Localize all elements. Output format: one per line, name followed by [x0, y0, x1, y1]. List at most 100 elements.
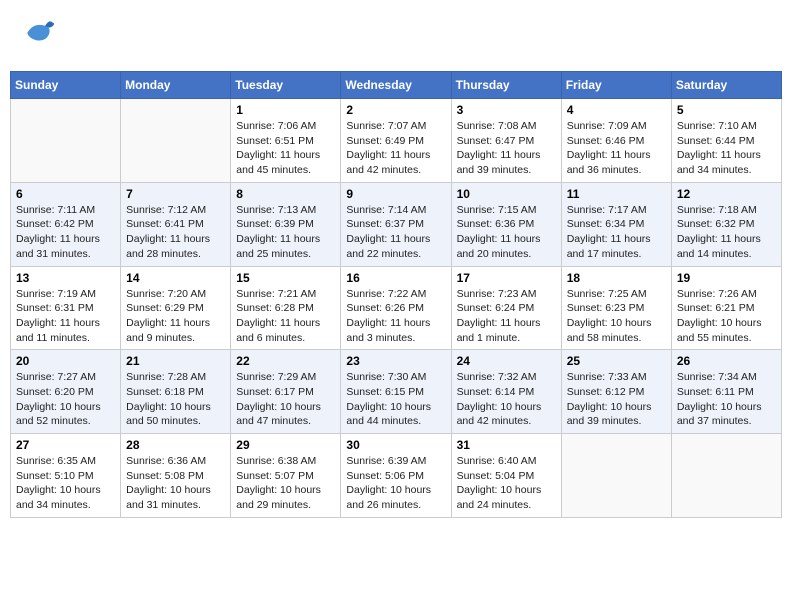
day-info: Sunrise: 7:20 AM Sunset: 6:29 PM Dayligh…	[126, 287, 225, 346]
day-info: Sunrise: 7:18 AM Sunset: 6:32 PM Dayligh…	[677, 203, 776, 262]
day-info: Sunrise: 7:34 AM Sunset: 6:11 PM Dayligh…	[677, 370, 776, 429]
calendar-cell: 28 Sunrise: 6:36 AM Sunset: 5:08 PM Dayli…	[121, 434, 231, 518]
day-number: 31	[457, 438, 556, 452]
calendar-cell: 20Sunrise: 7:27 AM Sunset: 6:20 PM Dayli…	[11, 350, 121, 434]
day-info: Sunrise: 7:10 AM Sunset: 6:44 PM Dayligh…	[677, 119, 776, 178]
day-number: 8	[236, 187, 335, 201]
calendar-cell: 17 Sunrise: 7:23 AM Sunset: 6:24 PM Dayli…	[451, 266, 561, 350]
calendar-cell: 29 Sunrise: 6:38 AM Sunset: 5:07 PM Dayli…	[231, 434, 341, 518]
calendar-cell	[11, 99, 121, 183]
calendar-cell: 6 Sunrise: 7:11 AM Sunset: 6:42 PM Daylig…	[11, 182, 121, 266]
calendar-cell	[121, 99, 231, 183]
day-info: Sunrise: 7:30 AM Sunset: 6:15 PM Dayligh…	[346, 370, 445, 429]
day-number: 7	[126, 187, 225, 201]
calendar-cell	[671, 434, 781, 518]
day-number: 22	[236, 354, 335, 368]
day-header-friday: Friday	[561, 72, 671, 99]
day-info: Sunrise: 7:25 AM Sunset: 6:23 PM Dayligh…	[567, 287, 666, 346]
day-info: Sunrise: 7:19 AM Sunset: 6:31 PM Dayligh…	[16, 287, 115, 346]
day-info: Sunrise: 6:38 AM Sunset: 5:07 PM Dayligh…	[236, 454, 335, 513]
calendar-cell: 4 Sunrise: 7:09 AM Sunset: 6:46 PM Daylig…	[561, 99, 671, 183]
calendar-week-2: 6 Sunrise: 7:11 AM Sunset: 6:42 PM Daylig…	[11, 182, 782, 266]
calendar-cell: 21 Sunrise: 7:28 AM Sunset: 6:18 PM Dayli…	[121, 350, 231, 434]
calendar-cell: 23 Sunrise: 7:30 AM Sunset: 6:15 PM Dayli…	[341, 350, 451, 434]
day-info: Sunrise: 7:27 AM Sunset: 6:20 PM Dayligh…	[16, 370, 115, 429]
day-info: Sunrise: 7:29 AM Sunset: 6:17 PM Dayligh…	[236, 370, 335, 429]
calendar-cell: 27Sunrise: 6:35 AM Sunset: 5:10 PM Dayli…	[11, 434, 121, 518]
calendar-cell: 19 Sunrise: 7:26 AM Sunset: 6:21 PM Dayli…	[671, 266, 781, 350]
logo	[20, 15, 59, 56]
day-number: 1	[236, 103, 335, 117]
day-info: Sunrise: 7:28 AM Sunset: 6:18 PM Dayligh…	[126, 370, 225, 429]
day-info: Sunrise: 7:12 AM Sunset: 6:41 PM Dayligh…	[126, 203, 225, 262]
calendar-cell: 3Sunrise: 7:08 AM Sunset: 6:47 PM Daylig…	[451, 99, 561, 183]
day-number: 15	[236, 271, 335, 285]
calendar-cell: 1Sunrise: 7:06 AM Sunset: 6:51 PM Daylig…	[231, 99, 341, 183]
day-info: Sunrise: 7:13 AM Sunset: 6:39 PM Dayligh…	[236, 203, 335, 262]
day-info: Sunrise: 7:17 AM Sunset: 6:34 PM Dayligh…	[567, 203, 666, 262]
day-number: 9	[346, 187, 445, 201]
calendar-cell: 7 Sunrise: 7:12 AM Sunset: 6:41 PM Daylig…	[121, 182, 231, 266]
calendar-cell: 26 Sunrise: 7:34 AM Sunset: 6:11 PM Dayli…	[671, 350, 781, 434]
calendar-cell	[561, 434, 671, 518]
day-info: Sunrise: 6:39 AM Sunset: 5:06 PM Dayligh…	[346, 454, 445, 513]
calendar-week-4: 20Sunrise: 7:27 AM Sunset: 6:20 PM Dayli…	[11, 350, 782, 434]
calendar-table: SundayMondayTuesdayWednesdayThursdayFrid…	[10, 71, 782, 518]
day-number: 27	[16, 438, 115, 452]
day-number: 28	[126, 438, 225, 452]
day-info: Sunrise: 7:11 AM Sunset: 6:42 PM Dayligh…	[16, 203, 115, 262]
calendar-header-row: SundayMondayTuesdayWednesdayThursdayFrid…	[11, 72, 782, 99]
day-number: 17	[457, 271, 556, 285]
day-info: Sunrise: 7:21 AM Sunset: 6:28 PM Dayligh…	[236, 287, 335, 346]
day-number: 10	[457, 187, 556, 201]
day-header-thursday: Thursday	[451, 72, 561, 99]
day-number: 14	[126, 271, 225, 285]
calendar-cell: 18 Sunrise: 7:25 AM Sunset: 6:23 PM Dayli…	[561, 266, 671, 350]
calendar-cell: 2 Sunrise: 7:07 AM Sunset: 6:49 PM Daylig…	[341, 99, 451, 183]
calendar-cell: 8 Sunrise: 7:13 AM Sunset: 6:39 PM Daylig…	[231, 182, 341, 266]
day-info: Sunrise: 6:36 AM Sunset: 5:08 PM Dayligh…	[126, 454, 225, 513]
day-info: Sunrise: 7:09 AM Sunset: 6:46 PM Dayligh…	[567, 119, 666, 178]
day-info: Sunrise: 6:40 AM Sunset: 5:04 PM Dayligh…	[457, 454, 556, 513]
day-number: 6	[16, 187, 115, 201]
day-number: 18	[567, 271, 666, 285]
calendar-week-5: 27Sunrise: 6:35 AM Sunset: 5:10 PM Dayli…	[11, 434, 782, 518]
calendar-week-3: 13 Sunrise: 7:19 AM Sunset: 6:31 PM Dayli…	[11, 266, 782, 350]
calendar-cell: 22 Sunrise: 7:29 AM Sunset: 6:17 PM Dayli…	[231, 350, 341, 434]
day-info: Sunrise: 7:14 AM Sunset: 6:37 PM Dayligh…	[346, 203, 445, 262]
calendar-cell: 25 Sunrise: 7:33 AM Sunset: 6:12 PM Dayli…	[561, 350, 671, 434]
day-number: 25	[567, 354, 666, 368]
day-info: Sunrise: 7:33 AM Sunset: 6:12 PM Dayligh…	[567, 370, 666, 429]
day-number: 23	[346, 354, 445, 368]
calendar-cell: 11Sunrise: 7:17 AM Sunset: 6:34 PM Dayli…	[561, 182, 671, 266]
day-info: Sunrise: 7:23 AM Sunset: 6:24 PM Dayligh…	[457, 287, 556, 346]
calendar-cell: 12Sunrise: 7:18 AM Sunset: 6:32 PM Dayli…	[671, 182, 781, 266]
day-number: 4	[567, 103, 666, 117]
day-header-saturday: Saturday	[671, 72, 781, 99]
day-number: 21	[126, 354, 225, 368]
calendar-cell: 9 Sunrise: 7:14 AM Sunset: 6:37 PM Daylig…	[341, 182, 451, 266]
page-header	[10, 10, 782, 61]
day-number: 30	[346, 438, 445, 452]
day-header-sunday: Sunday	[11, 72, 121, 99]
calendar-cell: 16Sunrise: 7:22 AM Sunset: 6:26 PM Dayli…	[341, 266, 451, 350]
day-info: Sunrise: 7:08 AM Sunset: 6:47 PM Dayligh…	[457, 119, 556, 178]
day-number: 13	[16, 271, 115, 285]
day-number: 29	[236, 438, 335, 452]
day-header-monday: Monday	[121, 72, 231, 99]
calendar-cell: 13 Sunrise: 7:19 AM Sunset: 6:31 PM Dayli…	[11, 266, 121, 350]
calendar-cell: 30 Sunrise: 6:39 AM Sunset: 5:06 PM Dayli…	[341, 434, 451, 518]
day-number: 26	[677, 354, 776, 368]
calendar-cell: 14 Sunrise: 7:20 AM Sunset: 6:29 PM Dayli…	[121, 266, 231, 350]
logo-icon	[20, 15, 56, 56]
day-header-tuesday: Tuesday	[231, 72, 341, 99]
day-info: Sunrise: 7:07 AM Sunset: 6:49 PM Dayligh…	[346, 119, 445, 178]
day-header-wednesday: Wednesday	[341, 72, 451, 99]
day-info: Sunrise: 7:26 AM Sunset: 6:21 PM Dayligh…	[677, 287, 776, 346]
calendar-cell: 5Sunrise: 7:10 AM Sunset: 6:44 PM Daylig…	[671, 99, 781, 183]
calendar-cell: 15 Sunrise: 7:21 AM Sunset: 6:28 PM Dayli…	[231, 266, 341, 350]
day-number: 2	[346, 103, 445, 117]
day-info: Sunrise: 7:15 AM Sunset: 6:36 PM Dayligh…	[457, 203, 556, 262]
day-number: 19	[677, 271, 776, 285]
day-info: Sunrise: 7:32 AM Sunset: 6:14 PM Dayligh…	[457, 370, 556, 429]
